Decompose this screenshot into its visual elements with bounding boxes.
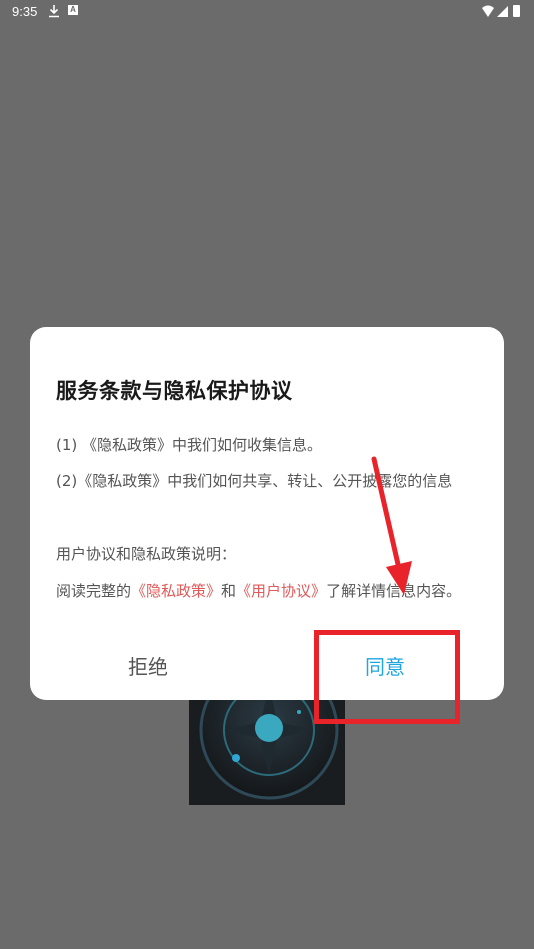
refuse-button[interactable]: 拒绝: [58, 649, 238, 685]
signal-icon: [497, 6, 508, 17]
user-agreement-link[interactable]: 《用户协议》: [236, 582, 326, 600]
agree-button[interactable]: 同意: [295, 649, 475, 685]
status-icons: [482, 5, 520, 17]
privacy-dialog: 服务条款与隐私保护协议 (1) 《隐私政策》中我们如何收集信息。 (2)《隐私政…: [30, 327, 504, 700]
wifi-icon: [482, 5, 494, 17]
compass-icon: [189, 690, 345, 805]
battery-icon: [513, 5, 520, 17]
and-text: 和: [221, 582, 237, 600]
read-suffix: 了解详情信息内容。: [326, 582, 462, 600]
privacy-item-1: (1) 《隐私政策》中我们如何收集信息。: [56, 436, 323, 454]
dialog-title: 服务条款与隐私保护协议: [56, 379, 293, 403]
section-heading: 用户协议和隐私政策说明：: [56, 545, 237, 563]
read-prefix: 阅读完整的: [56, 582, 132, 600]
status-time: 9:35: [12, 4, 38, 19]
download-icon: [49, 5, 59, 18]
notification-a-icon: A: [68, 5, 78, 15]
privacy-policy-link[interactable]: 《隐私政策》: [131, 582, 221, 600]
status-bar: 9:35 A: [0, 0, 534, 24]
privacy-item-2: (2)《隐私政策》中我们如何共享、转让、公开披露您的信息: [56, 472, 453, 490]
read-full-text: 阅读完整的《隐私政策》和《用户协议》了解详情信息内容。: [56, 579, 478, 604]
app-logo-image: [189, 690, 345, 805]
